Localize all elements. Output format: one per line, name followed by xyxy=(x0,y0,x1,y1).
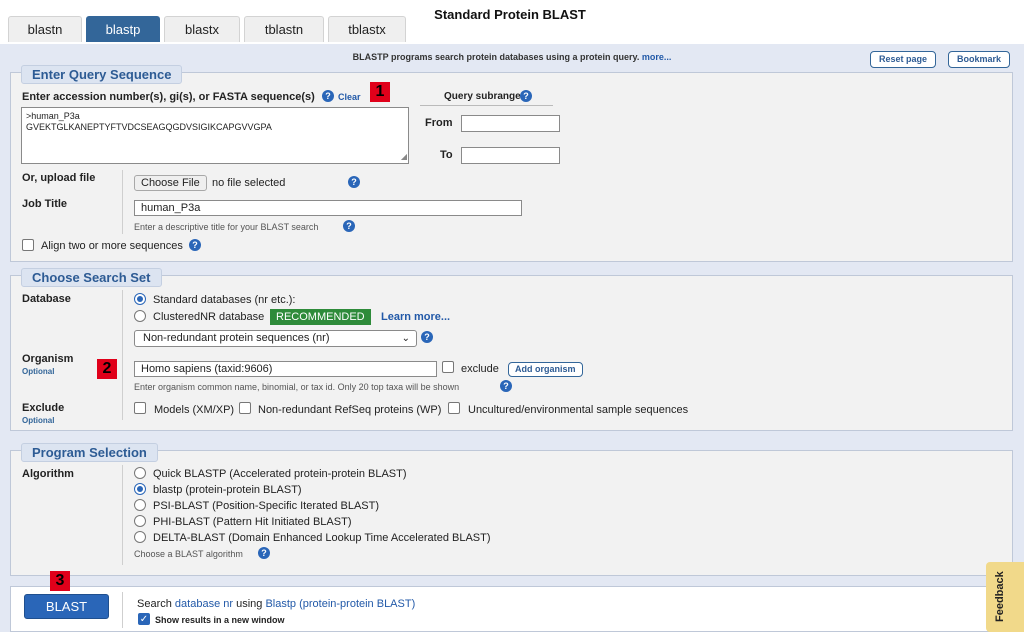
exclude-organism-checkbox[interactable] xyxy=(442,361,454,373)
algorithm-label-delta-blast: DELTA-BLAST (Domain Enhanced Lookup Time… xyxy=(153,532,491,544)
algorithm-label-phi-blast: PHI-BLAST (Pattern Hit Initiated BLAST) xyxy=(153,516,352,528)
learn-more-link[interactable]: Learn more... xyxy=(381,311,450,323)
query-textarea[interactable]: >human_P3a GVEKTGLKANEPTYFTVDCSEAGQGDVSI… xyxy=(21,107,409,164)
database-label: Database xyxy=(22,293,71,305)
algorithm-hint: Choose a BLAST algorithm xyxy=(134,549,243,559)
field-divider xyxy=(122,465,123,565)
upload-label: Or, upload file xyxy=(22,172,96,184)
job-title-hint: Enter a descriptive title for your BLAST… xyxy=(134,222,319,232)
to-label: To xyxy=(440,149,453,161)
exclude-refseq-checkbox[interactable] xyxy=(239,402,251,414)
field-divider xyxy=(122,170,123,234)
database-select[interactable]: Non-redundant protein sequences (nr) ⌄ xyxy=(134,330,417,347)
feedback-label: Feedback xyxy=(994,571,1006,622)
search-set-legend: Choose Search Set xyxy=(21,268,162,287)
program-legend: Program Selection xyxy=(21,443,158,462)
field-divider xyxy=(122,592,123,628)
choose-file-button[interactable]: Choose File xyxy=(134,175,207,191)
tab-blastn[interactable]: blastn xyxy=(8,16,82,42)
chevron-down-icon: ⌄ xyxy=(401,333,410,344)
algorithm-label-blastp: blastp (protein-protein BLAST) xyxy=(153,484,302,496)
algorithm-radio-quick-blastp[interactable] xyxy=(134,467,146,479)
organism-input[interactable]: Homo sapiens (taxid:9606) xyxy=(134,361,437,377)
db-standard-label: Standard databases (nr etc.): xyxy=(153,294,296,306)
organism-help-icon[interactable]: ? xyxy=(500,380,512,392)
algorithm-label-quick-blastp: Quick BLASTP (Accelerated protein-protei… xyxy=(153,468,407,480)
organism-optional: Optional xyxy=(22,367,55,376)
program-link[interactable]: Blastp (protein-protein BLAST) xyxy=(265,598,415,610)
align-help-icon[interactable]: ? xyxy=(189,239,201,251)
job-title-label: Job Title xyxy=(22,198,68,210)
tab-tblastx[interactable]: tblastx xyxy=(328,16,406,42)
no-file-text: no file selected xyxy=(212,177,286,189)
add-organism-button[interactable]: Add organism xyxy=(508,362,583,377)
subrange-divider xyxy=(420,105,553,106)
recommended-badge: RECOMMENDED xyxy=(270,309,371,325)
database-link[interactable]: database nr xyxy=(175,598,233,610)
organism-hint: Enter organism common name, binomial, or… xyxy=(134,382,460,392)
query-legend: Enter Query Sequence xyxy=(21,65,183,84)
reset-page-button[interactable]: Reset page xyxy=(870,51,937,68)
organism-label: Organism xyxy=(22,353,74,365)
database-select-value: Non-redundant protein sequences (nr) xyxy=(143,332,330,344)
from-input[interactable] xyxy=(461,115,560,132)
to-input[interactable] xyxy=(461,147,560,164)
marker-2: 2 xyxy=(97,359,117,379)
exclude-optional: Optional xyxy=(22,416,55,425)
query-label: Enter accession number(s), gi(s), or FAS… xyxy=(22,91,315,103)
query-subrange-label: Query subrange xyxy=(444,91,521,102)
database-help-icon[interactable]: ? xyxy=(421,331,433,343)
query-line-2: GVEKTGLKANEPTYFTVDCSEAGQGDVSIGIKCAPGVVGP… xyxy=(26,122,272,132)
job-title-input[interactable]: human_P3a xyxy=(134,200,522,216)
field-divider xyxy=(122,290,123,420)
algorithm-radio-phi-blast[interactable] xyxy=(134,515,146,527)
exclude-refseq-label: Non-redundant RefSeq proteins (WP) xyxy=(258,404,442,416)
algorithm-label: Algorithm xyxy=(22,468,74,480)
exclude-uncultured-checkbox[interactable] xyxy=(448,402,460,414)
resize-handle-icon[interactable]: ◢ xyxy=(401,151,407,162)
exclude-organism-label: exclude xyxy=(461,363,499,375)
algorithm-radio-delta-blast[interactable] xyxy=(134,531,146,543)
query-help-icon[interactable]: ? xyxy=(322,90,334,102)
align-checkbox[interactable] xyxy=(22,239,34,251)
align-label: Align two or more sequences xyxy=(41,240,183,252)
db-standard-radio[interactable] xyxy=(134,293,146,305)
marker-1: 1 xyxy=(370,82,390,102)
clear-link[interactable]: Clear xyxy=(338,92,361,102)
db-clustered-label: ClusteredNR database xyxy=(153,311,265,323)
algorithm-help-icon[interactable]: ? xyxy=(258,547,270,559)
algorithm-label-psi-blast: PSI-BLAST (Position-Specific Iterated BL… xyxy=(153,500,379,512)
exclude-models-checkbox[interactable] xyxy=(134,402,146,414)
algorithm-radio-psi-blast[interactable] xyxy=(134,499,146,511)
new-window-label: Show results in a new window xyxy=(155,615,285,625)
upload-help-icon[interactable]: ? xyxy=(348,176,360,188)
search-using: using xyxy=(236,598,263,610)
db-clustered-radio[interactable] xyxy=(134,310,146,322)
tab-blastx[interactable]: blastx xyxy=(164,16,240,42)
marker-3: 3 xyxy=(50,571,70,591)
job-title-help-icon[interactable]: ? xyxy=(343,220,355,232)
page-title: Standard Protein BLAST xyxy=(434,7,586,22)
bookmark-button[interactable]: Bookmark xyxy=(948,51,1011,68)
subrange-help-icon[interactable]: ? xyxy=(520,90,532,102)
tab-blastp[interactable]: blastp xyxy=(86,16,160,42)
from-label: From xyxy=(425,117,453,129)
blast-button[interactable]: BLAST xyxy=(24,594,109,619)
new-window-checkbox[interactable]: ✓ xyxy=(138,613,150,625)
tab-tblastn[interactable]: tblastn xyxy=(244,16,324,42)
search-summary: Search database nr using Blastp (protein… xyxy=(137,598,415,610)
info-description: BLASTP programs search protein databases… xyxy=(352,52,640,62)
search-prefix: Search xyxy=(137,598,172,610)
exclude-label: Exclude xyxy=(22,402,65,414)
feedback-tab[interactable]: Feedback xyxy=(986,562,1024,632)
info-more-link[interactable]: more... xyxy=(642,52,672,62)
query-line-1: >human_P3a xyxy=(26,111,80,121)
exclude-models-label: Models (XM/XP) xyxy=(154,404,235,416)
exclude-uncultured-label: Uncultured/environmental sample sequence… xyxy=(468,404,689,416)
algorithm-radio-blastp[interactable] xyxy=(134,483,146,495)
